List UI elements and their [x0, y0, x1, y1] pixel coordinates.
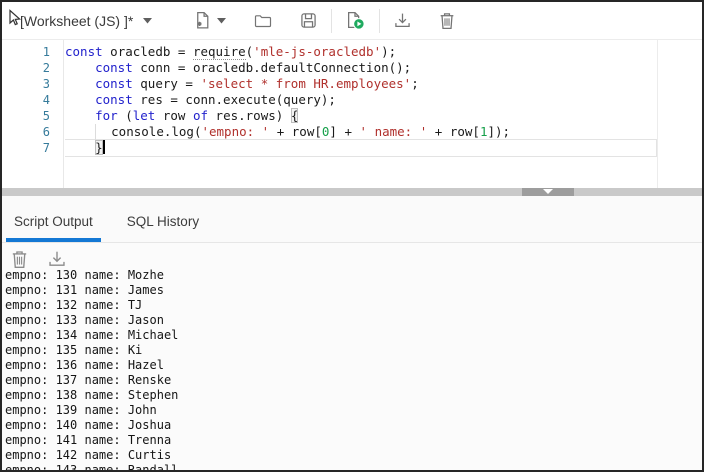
line-number: 1 — [2, 44, 63, 60]
folder-icon — [254, 13, 272, 29]
line-number: 7 — [2, 140, 63, 156]
worksheet-title: [Worksheet (JS) ]* — [20, 13, 133, 29]
worksheet-window: [Worksheet (JS) ]* — [0, 0, 704, 472]
line-number: 2 — [2, 60, 63, 76]
save-button[interactable] — [298, 10, 319, 31]
line-number: 4 — [2, 92, 63, 108]
output-line: empno: 141 name: Trenna — [5, 433, 702, 448]
worksheet-selector[interactable]: [Worksheet (JS) ]* — [20, 13, 152, 29]
code-line[interactable]: const oracledb = require('mle-js-oracled… — [65, 44, 702, 60]
line-number: 3 — [2, 76, 63, 92]
toolbar-separator — [331, 9, 332, 33]
output-line: empno: 130 name: Mozhe — [5, 268, 702, 283]
output-line: empno: 131 name: James — [5, 283, 702, 298]
chevron-down-icon — [217, 18, 226, 24]
code-line[interactable]: const query = 'select * from HR.employee… — [65, 76, 702, 92]
output-line: empno: 137 name: Renske — [5, 373, 702, 388]
output-line: empno: 138 name: Stephen — [5, 388, 702, 403]
code-line[interactable]: const res = conn.execute(query); — [65, 92, 702, 108]
run-script-icon — [346, 11, 365, 30]
mouse-cursor-icon — [7, 9, 22, 27]
print-margin-ruler — [657, 40, 658, 188]
output-tabbar: Script Output SQL History — [2, 196, 702, 243]
new-file-icon — [194, 11, 211, 30]
output-panel: Script Output SQL History — [2, 196, 702, 470]
download-icon — [48, 250, 66, 268]
line-number: 6 — [2, 124, 63, 140]
code-line[interactable]: } — [65, 139, 657, 157]
download-button[interactable] — [392, 10, 413, 31]
code-editor[interactable]: 1234567 const oracledb = require('mle-js… — [2, 40, 702, 188]
tab-script-output[interactable]: Script Output — [6, 196, 101, 242]
script-output-text: empno: 130 name: Mozheempno: 131 name: J… — [2, 268, 702, 470]
save-icon — [300, 12, 317, 29]
run-script-button[interactable] — [344, 9, 367, 32]
output-line: empno: 140 name: Joshua — [5, 418, 702, 433]
clear-output-button[interactable] — [11, 250, 28, 269]
output-line: empno: 135 name: Ki — [5, 343, 702, 358]
download-output-button[interactable] — [48, 250, 66, 268]
chevron-down-icon — [543, 189, 553, 195]
trash-icon — [11, 250, 28, 269]
editor-gutter: 1234567 — [2, 40, 64, 188]
splitter-collapse-handle[interactable] — [522, 188, 574, 196]
new-worksheet-button[interactable] — [192, 9, 228, 32]
code-line[interactable]: const conn = oracledb.defaultConnection(… — [65, 60, 702, 76]
output-line: empno: 142 name: Curtis — [5, 448, 702, 463]
text-caret — [103, 140, 105, 154]
toolbar-separator — [379, 9, 380, 33]
output-line: empno: 143 name: Randall — [5, 463, 702, 470]
output-line: empno: 136 name: Hazel — [5, 358, 702, 373]
output-line: empno: 134 name: Michael — [5, 328, 702, 343]
trash-icon — [439, 12, 455, 30]
code-area[interactable]: const oracledb = require('mle-js-oracled… — [65, 40, 702, 188]
code-line[interactable]: console.log('empno: ' + row[0] + ' name:… — [65, 124, 702, 140]
output-line: empno: 132 name: TJ — [5, 298, 702, 313]
download-icon — [394, 12, 411, 29]
panel-splitter[interactable] — [2, 188, 702, 196]
tab-sql-history[interactable]: SQL History — [119, 196, 207, 242]
delete-button[interactable] — [437, 10, 457, 32]
open-file-button[interactable] — [252, 11, 274, 31]
code-line[interactable]: for (let row of res.rows) { — [65, 108, 702, 124]
output-line: empno: 133 name: Jason — [5, 313, 702, 328]
line-number: 5 — [2, 108, 63, 124]
worksheet-toolbar: [Worksheet (JS) ]* — [2, 2, 702, 39]
output-line: empno: 139 name: John — [5, 403, 702, 418]
chevron-down-icon — [143, 18, 152, 24]
